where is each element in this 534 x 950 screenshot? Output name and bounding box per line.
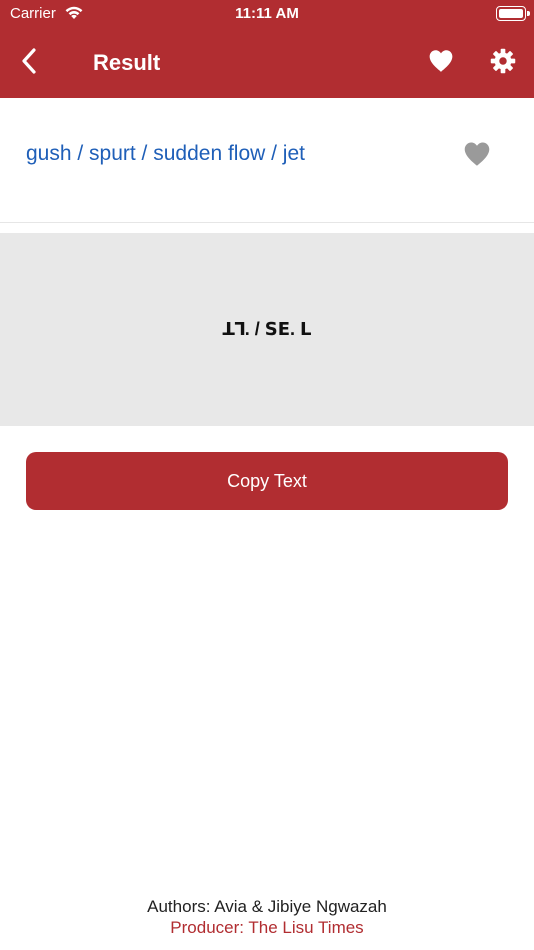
copy-text-button[interactable]: Copy Text [26,452,508,510]
credits-footer: Authors: Avia & Jibiye Ngwazah Producer:… [0,896,534,938]
settings-button[interactable] [486,46,520,80]
english-term: gush / spurt / sudden flow / jet [26,142,305,165]
lisu-translation: ꓕꓶ. / ꓢꓰ. ꓡ [222,319,312,339]
battery-icon [496,6,526,21]
chevron-left-icon [21,47,37,79]
page-title: Result [93,50,161,75]
favorites-button[interactable] [424,46,458,80]
authors-credit: Authors: Avia & Jibiye Ngwazah [147,897,387,916]
heart-icon [462,140,492,172]
status-time: 11:11 AM [235,5,299,22]
navigation-bar: Result [0,30,534,98]
battery-tip [527,11,530,16]
top-bar: Carrier 11:11 AM Result [0,0,534,98]
result-row: gush / spurt / sudden flow / jet [0,98,534,223]
translation-panel: ꓕꓶ. / ꓢꓰ. ꓡ [0,233,534,426]
heart-icon [427,48,455,78]
back-button[interactable] [14,46,44,80]
gear-icon [489,47,517,80]
status-bar: Carrier 11:11 AM [0,0,534,30]
producer-credit: Producer: The Lisu Times [170,918,364,937]
result-screen: Carrier 11:11 AM Result gush / spurt / s… [0,0,534,950]
add-favorite-button[interactable] [460,140,494,172]
